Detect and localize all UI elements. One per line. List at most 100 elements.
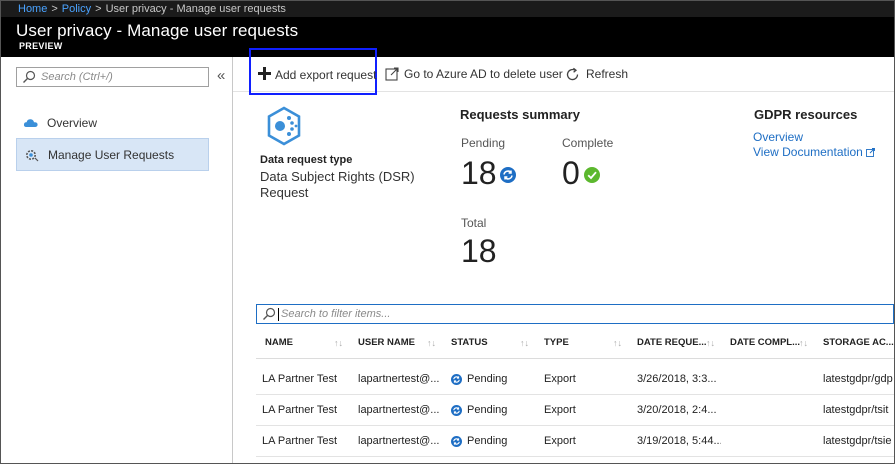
sidebar-item-manage-user-requests[interactable]: Manage User Requests bbox=[16, 138, 209, 171]
sort-arrows-icon: ↑↓ bbox=[799, 338, 808, 348]
table-filter-input[interactable] bbox=[281, 306, 881, 322]
column-header-user-name[interactable]: USER NAME ↑↓ bbox=[349, 327, 442, 359]
cell-date-completed bbox=[730, 395, 814, 426]
sort-arrows-icon: ↑↓ bbox=[613, 338, 622, 348]
plus-icon bbox=[258, 67, 271, 80]
sort-arrows-icon: ↑↓ bbox=[706, 338, 715, 348]
cell-user-name: lapartnertest@... bbox=[358, 373, 440, 385]
column-header-label: DATE COMPL... bbox=[730, 337, 801, 348]
pending-sync-icon bbox=[451, 374, 462, 385]
add-export-request-button[interactable]: Add export request bbox=[249, 48, 377, 95]
column-header-label: STORAGE AC... bbox=[823, 337, 894, 348]
column-header-storage-account[interactable]: STORAGE AC... bbox=[814, 327, 894, 359]
breadcrumb-home[interactable]: Home bbox=[18, 3, 47, 15]
pending-sync-icon bbox=[500, 167, 516, 183]
text-caret bbox=[278, 308, 279, 321]
cell-date-requested: 3/20/2018, 2:4... bbox=[637, 404, 717, 416]
cell-type: Export bbox=[544, 373, 576, 385]
go-to-azure-ad-label: Go to Azure AD to delete user bbox=[404, 67, 563, 81]
table-row[interactable]: LA Partner Test lapartnertest@... Pendin… bbox=[256, 426, 894, 457]
cell-status: Pending bbox=[467, 373, 508, 385]
nav-search-input[interactable] bbox=[41, 69, 206, 85]
data-request-type-label: Data request type bbox=[260, 154, 353, 166]
cell-storage-account: latestgdpr/tsie bbox=[823, 435, 892, 447]
breadcrumb-policy[interactable]: Policy bbox=[62, 3, 91, 15]
view-documentation-link[interactable]: View Documentation bbox=[753, 145, 875, 159]
requests-summary-title: Requests summary bbox=[460, 107, 580, 122]
sort-arrows-icon: ↑↓ bbox=[334, 338, 343, 348]
column-header-label: NAME bbox=[265, 337, 293, 348]
cell-storage-account: latestgdpr/tsit bbox=[823, 404, 889, 416]
external-link-icon bbox=[865, 148, 875, 157]
cell-date-requested: 3/19/2018, 5:44... bbox=[637, 435, 721, 447]
search-icon bbox=[263, 307, 276, 320]
column-header-type[interactable]: TYPE ↑↓ bbox=[535, 327, 628, 359]
breadcrumb-current: User privacy - Manage user requests bbox=[105, 3, 286, 15]
search-icon bbox=[23, 70, 36, 83]
pending-label: Pending bbox=[461, 136, 506, 150]
blade-header: User privacy - Manage user requests PREV… bbox=[1, 17, 894, 57]
column-header-status[interactable]: STATUS ↑↓ bbox=[442, 327, 535, 359]
breadcrumb: Home > Policy > User privacy - Manage user r… bbox=[1, 1, 894, 17]
command-bar: Add export request Go to Azure AD to del… bbox=[233, 48, 894, 95]
gdpr-resources-title: GDPR resources bbox=[754, 107, 858, 122]
table-filter-box[interactable] bbox=[256, 304, 894, 324]
column-header-label: TYPE bbox=[544, 337, 569, 348]
sort-arrows-icon: ↑↓ bbox=[520, 338, 529, 348]
column-header-name[interactable]: NAME ↑↓ bbox=[256, 327, 349, 359]
cell-name: LA Partner Test bbox=[262, 404, 338, 416]
sidebar-item-label: Overview bbox=[47, 116, 98, 130]
refresh-label: Refresh bbox=[586, 67, 629, 81]
column-header-label: DATE REQUE... bbox=[637, 337, 707, 348]
total-label: Total bbox=[461, 216, 487, 230]
data-request-type-value: Data Subject Rights (DSR) Request bbox=[260, 169, 415, 200]
breadcrumb-separator: > bbox=[51, 3, 58, 15]
total-count: 18 bbox=[461, 233, 497, 269]
column-header-label: USER NAME bbox=[358, 337, 416, 348]
table-header-row: NAME ↑↓ USER NAME ↑↓ STATUS ↑↓ TYPE ↑↓ DATE … bbox=[256, 327, 894, 359]
external-link-icon bbox=[385, 67, 399, 81]
table-row[interactable]: LA Partner Test lapartnertest@... Pendin… bbox=[256, 395, 894, 426]
cell-user-name: lapartnertest@... bbox=[358, 435, 440, 447]
page-title: User privacy - Manage user requests bbox=[16, 21, 299, 40]
column-header-label: STATUS bbox=[451, 337, 488, 348]
complete-label: Complete bbox=[562, 136, 614, 150]
cell-date-requested: 3/26/2018, 3:3... bbox=[637, 373, 717, 385]
table-row[interactable]: LA Partner Test lapartnertest@... Pendin… bbox=[256, 364, 894, 395]
cloud-icon bbox=[23, 119, 38, 127]
refresh-icon bbox=[566, 67, 579, 81]
refresh-button[interactable]: Refresh bbox=[565, 57, 629, 92]
left-nav-pane: « Overview Manage User Requests bbox=[1, 57, 233, 463]
preview-badge: PREVIEW bbox=[19, 41, 63, 51]
go-to-azure-ad-button[interactable]: Go to Azure AD to delete user bbox=[385, 57, 563, 92]
sidebar-item-overview[interactable]: Overview bbox=[16, 107, 209, 140]
cell-storage-account: latestgdpr/gdp bbox=[823, 373, 893, 385]
cell-user-name: lapartnertest@... bbox=[358, 404, 440, 416]
cell-status: Pending bbox=[467, 404, 508, 416]
complete-count: 0 bbox=[562, 155, 580, 191]
sidebar-item-label: Manage User Requests bbox=[48, 148, 175, 162]
cell-status: Pending bbox=[467, 435, 508, 447]
collapse-nav-button[interactable]: « bbox=[217, 68, 225, 84]
cell-date-completed bbox=[730, 364, 814, 395]
column-header-date-requested[interactable]: DATE REQUE... ↑↓ bbox=[628, 327, 721, 359]
gear-icon bbox=[26, 150, 39, 162]
main-content: Add export request Go to Azure AD to del… bbox=[233, 48, 894, 463]
cell-date-completed bbox=[730, 426, 814, 457]
gdpr-overview-link[interactable]: Overview bbox=[753, 130, 803, 144]
cell-name: LA Partner Test bbox=[262, 373, 338, 385]
sort-arrows-icon: ↑↓ bbox=[427, 338, 436, 348]
pending-count: 18 bbox=[461, 155, 497, 191]
nav-search-box[interactable] bbox=[16, 67, 209, 87]
cell-type: Export bbox=[544, 404, 576, 416]
data-request-hexagon-icon bbox=[267, 106, 301, 146]
breadcrumb-separator: > bbox=[95, 3, 102, 15]
column-header-date-completed[interactable]: DATE COMPL... ↑↓ bbox=[721, 327, 814, 359]
cell-name: LA Partner Test bbox=[262, 435, 338, 447]
requests-table: NAME ↑↓ USER NAME ↑↓ STATUS ↑↓ TYPE ↑↓ DATE … bbox=[256, 327, 894, 463]
check-circle-icon bbox=[584, 167, 600, 183]
add-export-request-label: Add export request bbox=[275, 68, 377, 82]
cell-type: Export bbox=[544, 435, 576, 447]
pending-sync-icon bbox=[451, 436, 462, 447]
view-documentation-label: View Documentation bbox=[753, 145, 863, 159]
